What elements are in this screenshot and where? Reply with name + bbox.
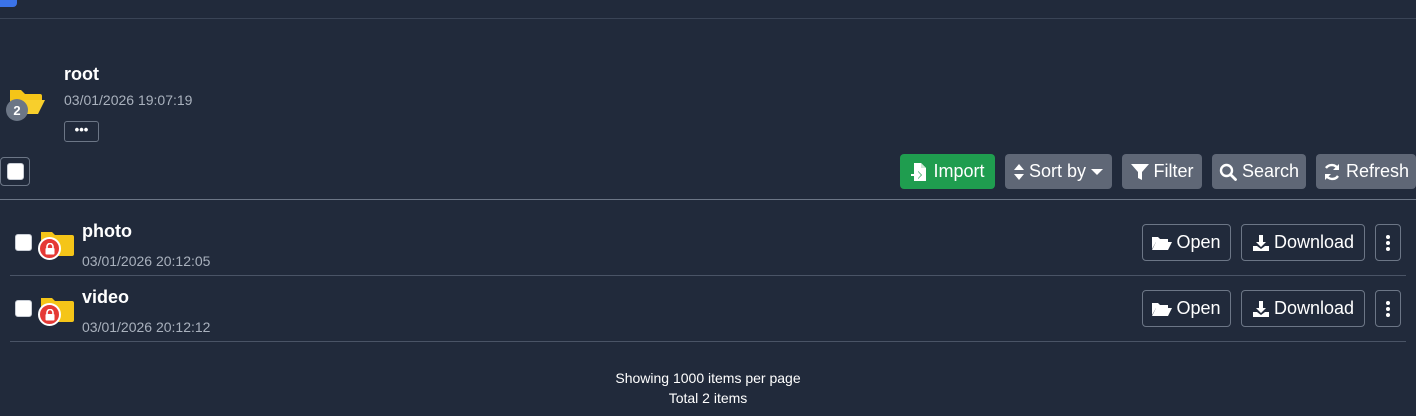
open-button[interactable]: Open — [1142, 290, 1231, 327]
item-name[interactable]: video — [82, 287, 129, 308]
item-date: 03/01/2026 20:12:05 — [82, 253, 211, 269]
open-label: Open — [1176, 298, 1221, 318]
lock-icon — [38, 303, 61, 326]
filter-icon — [1130, 163, 1149, 180]
search-button[interactable]: Search — [1212, 154, 1306, 189]
download-label: Download — [1273, 232, 1355, 252]
select-all-checkbox[interactable] — [0, 157, 30, 186]
items-per-page-text: Showing 1000 items per page — [615, 370, 801, 386]
item-date: 03/01/2026 20:12:12 — [82, 319, 211, 335]
row-divider — [10, 341, 1406, 342]
filter-button[interactable]: Filter — [1122, 154, 1202, 189]
download-button[interactable]: Download — [1241, 290, 1365, 327]
folder-date: 03/01/2026 19:07:19 — [64, 92, 193, 108]
file-import-icon — [910, 162, 927, 181]
row-more-button[interactable] — [1375, 290, 1401, 327]
row-checkbox[interactable] — [15, 300, 32, 317]
folder-title: root — [64, 64, 99, 84]
file-browser-page: 2 root 03/01/2026 19:07:19 ••• Import So… — [0, 0, 1416, 416]
caret-down-icon — [1091, 168, 1104, 175]
item-name[interactable]: photo — [82, 221, 132, 242]
import-button[interactable]: Import — [900, 154, 995, 189]
row-more-button[interactable] — [1375, 224, 1401, 261]
download-icon — [1252, 300, 1269, 317]
download-button[interactable]: Download — [1241, 224, 1365, 261]
filter-label: Filter — [1153, 161, 1194, 181]
list-item: photo 03/01/2026 20:12:05 Open Download — [10, 210, 1406, 276]
list-item: video 03/01/2026 20:12:12 Open Download — [10, 276, 1406, 342]
import-label: Import — [933, 161, 985, 181]
refresh-label: Refresh — [1345, 161, 1410, 181]
top-divider — [0, 18, 1416, 19]
top-corner-button[interactable] — [0, 0, 17, 7]
refresh-icon — [1324, 163, 1340, 180]
open-folder-icon — [1152, 236, 1173, 250]
sort-by-button[interactable]: Sort by — [1005, 154, 1112, 189]
sort-icon — [1013, 163, 1024, 180]
item-count-badge: 2 — [6, 99, 28, 121]
open-button[interactable]: Open — [1142, 224, 1231, 261]
more-vertical-icon — [1386, 234, 1390, 251]
refresh-button[interactable]: Refresh — [1316, 154, 1416, 189]
toolbar-divider — [0, 199, 1416, 200]
folder-more-button[interactable]: ••• — [64, 121, 99, 142]
open-label: Open — [1176, 232, 1221, 252]
more-vertical-icon — [1386, 300, 1390, 317]
checkbox-box — [6, 163, 24, 180]
row-checkbox[interactable] — [15, 234, 32, 251]
open-folder-icon — [1152, 302, 1173, 316]
total-items-text: Total 2 items — [668, 390, 748, 406]
download-icon — [1252, 234, 1269, 251]
search-icon — [1219, 163, 1237, 181]
search-label: Search — [1241, 161, 1300, 181]
download-label: Download — [1273, 298, 1355, 318]
lock-icon — [38, 237, 61, 260]
sort-label: Sort by — [1028, 161, 1087, 181]
